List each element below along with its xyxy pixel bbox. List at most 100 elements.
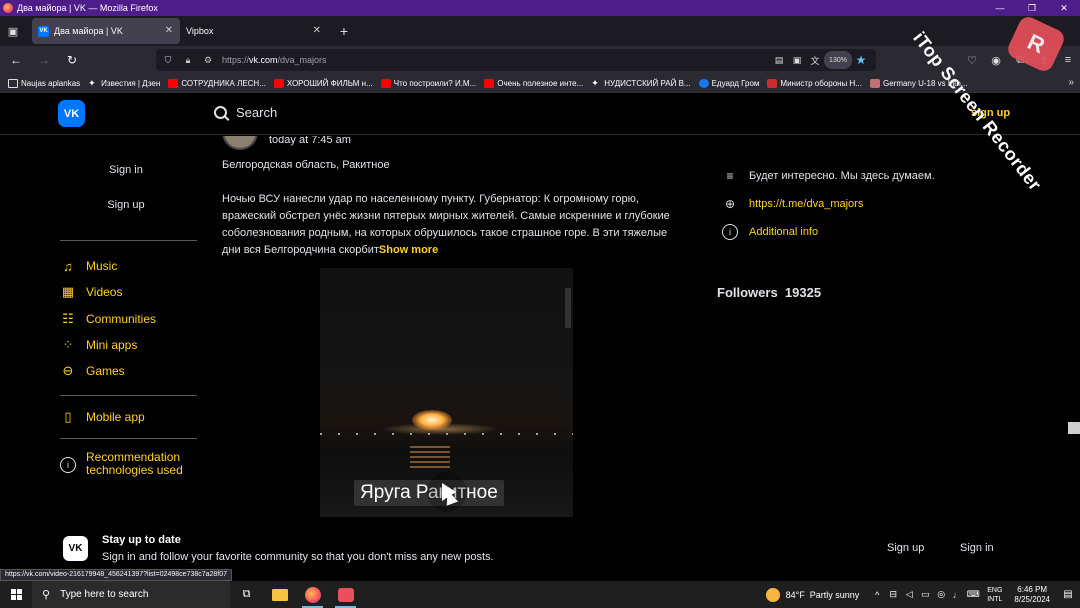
sidebar-sign-in[interactable]: Sign in	[58, 164, 194, 176]
show-more-link[interactable]: Show more	[379, 244, 438, 256]
menu-icon[interactable]: ≡	[1056, 48, 1080, 72]
lock-icon[interactable]: 🔒︎	[180, 55, 196, 66]
facebook-icon	[698, 79, 709, 88]
firefox-taskbar-icon[interactable]	[296, 581, 329, 608]
url-text[interactable]: https://vk.com/dva_majors	[222, 55, 327, 65]
community-link[interactable]: ⊕ https://t.me/dva_majors	[722, 196, 863, 212]
community-avatar[interactable]	[222, 136, 258, 150]
info-icon: i	[722, 224, 738, 240]
link-status-tooltip: https://vk.com/video-216179948_456241397…	[0, 569, 233, 581]
sidebar-sign-up[interactable]: Sign up	[58, 199, 194, 211]
bookmark-star-icon[interactable]: ★	[852, 51, 870, 69]
sidebar-item-mini-apps[interactable]: ⁘ Mini apps	[60, 337, 138, 353]
window-titlebar: Два майора | VK — Mozilla Firefox — ❐ ✕	[0, 0, 1080, 16]
sparkle-icon: ✦	[591, 78, 599, 88]
sidebar-item-communities[interactable]: ☷ Communities	[60, 311, 156, 327]
file-explorer-icon[interactable]	[263, 581, 296, 608]
tab-label: Vipbox	[186, 26, 214, 36]
permissions-icon[interactable]: ⚙	[200, 55, 216, 66]
text-lines-icon: ≡	[726, 169, 734, 183]
youtube-icon	[273, 79, 284, 88]
translate-icon[interactable]: 文	[806, 51, 824, 69]
sidebar-item-recommendation[interactable]: i Recommendation technologies used	[60, 451, 183, 477]
volume-icon[interactable]: ◁	[901, 581, 917, 608]
task-view-icon[interactable]: ⧉	[230, 581, 263, 608]
bookmark-item[interactable]: СОТРУДНИКА ЛЕСН...	[168, 79, 266, 88]
bookmark-item[interactable]: Naujas aplankas	[8, 79, 80, 88]
new-tab-button[interactable]: +	[334, 21, 354, 41]
reload-button[interactable]: ↻	[60, 48, 84, 72]
youtube-icon	[380, 79, 391, 88]
sidebar-item-games[interactable]: ⊖ Games	[60, 363, 125, 379]
vk-search[interactable]: Search	[214, 105, 277, 120]
followers-count[interactable]: Followers 19325	[717, 285, 821, 300]
address-bar[interactable]: ⛉ 🔒︎ ⚙ https://vk.com/dva_majors ▤ ▣ 文 1…	[156, 49, 876, 71]
bookmarks-overflow-icon[interactable]: »	[1068, 77, 1074, 88]
sidebar-item-music[interactable]: ♫ Music	[60, 258, 117, 274]
community-description: ≡ Будет интересно. Мы здесь думаем.	[722, 168, 934, 184]
post-video[interactable]: Яруга Ракитное	[320, 268, 573, 517]
minimize-button[interactable]: —	[984, 0, 1016, 16]
picture-icon[interactable]: ▣	[788, 51, 806, 69]
globe-icon: ⊕	[724, 197, 736, 211]
banner-sign-in-button[interactable]: Sign in	[960, 542, 994, 554]
recorder-taskbar-icon[interactable]	[329, 581, 362, 608]
chevron-up-icon[interactable]: ^	[869, 581, 885, 608]
communities-icon: ☷	[62, 311, 74, 326]
tab-vk[interactable]: VK Два майора | VK ✕	[32, 18, 180, 44]
additional-info-link[interactable]: i Additional info	[722, 224, 818, 240]
notification-icon[interactable]: ▤	[1056, 581, 1080, 608]
search-label: Search	[236, 105, 278, 120]
vk-logo-icon[interactable]: VK	[58, 100, 85, 127]
microphone-icon[interactable]: ♩	[949, 581, 965, 608]
weather-widget[interactable]: 84°F Partly sunny	[765, 587, 859, 602]
close-window-button[interactable]: ✕	[1048, 0, 1080, 16]
keyboard-icon[interactable]: ⌨	[965, 581, 981, 608]
forward-button[interactable]: →	[32, 48, 56, 72]
bookmark-item[interactable]: ХОРОШИЙ ФИЛЬМ н...	[273, 79, 373, 88]
reader-view-icon[interactable]: ▤	[770, 51, 788, 69]
account-icon[interactable]: ◉	[984, 48, 1008, 72]
scrollbar-thumb[interactable]	[1068, 422, 1080, 434]
sidebar-item-mobile-app[interactable]: ▯ Mobile app	[60, 409, 144, 425]
maximize-button[interactable]: ❐	[1016, 0, 1048, 16]
banner-sign-up-button[interactable]: Sign up	[887, 542, 924, 554]
bookmark-item[interactable]: Что построили? И.М...	[380, 79, 476, 88]
bookmark-item[interactable]: Очень полезное инте...	[484, 79, 583, 88]
vk-main: Sign in Sign up ♫ Music ▦ Videos ☷ Commu…	[0, 136, 1080, 570]
language-indicator[interactable]: ENG INTL	[987, 586, 1002, 604]
site-icon	[767, 79, 778, 88]
bookmark-item[interactable]: Едуард Гром	[698, 79, 759, 88]
zoom-level-button[interactable]: 130%	[824, 51, 852, 69]
bookmark-item[interactable]: ✦ НУДИСТСКИЙ РАЙ В...	[591, 78, 690, 89]
sidebar-item-videos[interactable]: ▦ Videos	[60, 284, 123, 300]
bookmark-item[interactable]: ✦ Известия | Дзен	[88, 78, 160, 89]
taskbar-search[interactable]: ⚲ Type here to search	[32, 581, 230, 608]
url-actions: ▤ ▣ 文 130% ★	[770, 51, 870, 69]
close-tab-icon[interactable]: ✕	[165, 25, 173, 36]
back-button[interactable]: ←	[4, 48, 28, 72]
post-time[interactable]: today at 7:45 am	[269, 136, 351, 146]
music-icon: ♫	[63, 258, 73, 274]
battery-icon[interactable]: ▭	[917, 581, 933, 608]
pocket-icon[interactable]: ♡	[960, 48, 984, 72]
close-tab-icon[interactable]: ✕	[313, 25, 321, 36]
bookmarks-bar: Naujas aplankas ✦ Известия | Дзен СОТРУДН…	[0, 74, 1080, 93]
sparkle-icon: ✦	[88, 78, 96, 88]
network-icon[interactable]: ⊟	[885, 581, 901, 608]
system-tray: 84°F Partly sunny ^ ⊟ ◁ ▭ ◎ ♩ ⌨ ENG INTL …	[765, 581, 1080, 608]
tab-vipbox[interactable]: Vipbox ✕	[180, 18, 328, 44]
youtube-icon	[168, 79, 179, 88]
video-scene-reflection	[410, 446, 450, 470]
youtube-icon	[484, 79, 495, 88]
bookmark-item[interactable]: Министр обороны Н...	[767, 79, 862, 88]
vk-favicon-icon: VK	[38, 25, 49, 37]
shield-icon[interactable]: ⛉	[160, 55, 176, 66]
webcam-icon[interactable]: ◎	[933, 581, 949, 608]
clock[interactable]: 6:46 PM 8/25/2024	[1014, 585, 1050, 605]
start-button[interactable]	[0, 581, 32, 608]
tab-list-icon[interactable]: ▣	[0, 18, 26, 44]
windows-taskbar: ⚲ Type here to search ⧉ 84°F Partly sunn…	[0, 581, 1080, 608]
phone-icon: ▯	[64, 409, 72, 424]
sidebar-divider	[60, 438, 197, 439]
